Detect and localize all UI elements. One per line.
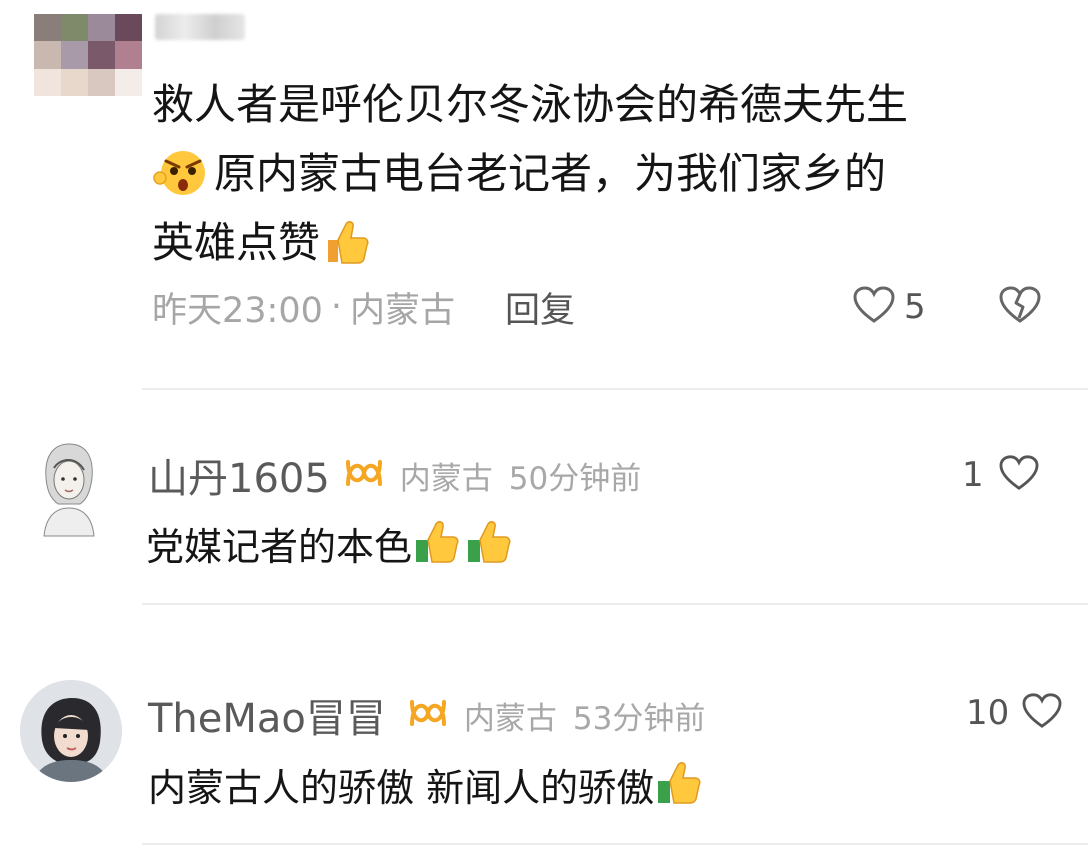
- comment-location: 内蒙古: [463, 700, 557, 737]
- infinity-badge-icon: [406, 696, 450, 734]
- broken-heart-icon: [998, 285, 1042, 329]
- comment-time: 50分钟前: [508, 460, 642, 497]
- avatar[interactable]: [36, 438, 102, 538]
- thumbs-up-emoji: [464, 518, 516, 569]
- divider: [142, 603, 1088, 605]
- dislike-button[interactable]: [998, 284, 1042, 330]
- heart-icon: [852, 285, 896, 329]
- avatar[interactable]: [20, 680, 122, 782]
- like-button[interactable]: 5: [852, 284, 926, 330]
- username-blurred[interactable]: [155, 14, 245, 40]
- heart-icon: [998, 454, 1040, 496]
- username[interactable]: 山丹1605: [148, 446, 330, 504]
- shocked-face-emoji: [152, 148, 214, 205]
- comment-text: 党媒记者的本色: [146, 515, 516, 571]
- comment-line: 英雄点赞: [152, 218, 321, 267]
- username[interactable]: TheMao冒冒: [148, 686, 386, 744]
- comment-body: 党媒记者的本色: [146, 524, 413, 569]
- infinity-badge-icon: [342, 456, 386, 494]
- comment-text: 内蒙古人的骄傲 新闻人的骄傲: [148, 756, 706, 812]
- meta-separator: ·: [330, 287, 343, 327]
- heart-icon: [1021, 692, 1063, 734]
- comment-header: TheMao冒冒 内蒙古 53分钟前: [148, 688, 705, 742]
- comment-time: 53分钟前: [572, 700, 706, 737]
- reply-button[interactable]: 回复: [505, 282, 575, 333]
- divider: [142, 388, 1088, 390]
- comment-line: 原内蒙古电台老记者，为我们家乡的: [214, 149, 887, 198]
- thumbs-up-emoji: [320, 216, 372, 275]
- comment-line: 救人者是呼伦贝尔冬泳协会的希德夫先生: [152, 80, 909, 129]
- comment-meta: 昨天23:00 · 内蒙古 回复: [152, 282, 575, 333]
- comment-time: 昨天23:00: [152, 290, 323, 331]
- comment-header: 山丹1605 内蒙古 50分钟前: [148, 448, 641, 502]
- comment-location: 内蒙古: [399, 460, 493, 497]
- thumbs-up-emoji: [654, 759, 706, 810]
- comment-body: 内蒙古人的骄傲 新闻人的骄傲: [148, 765, 655, 810]
- like-count: 5: [904, 287, 926, 327]
- like-count: 1: [962, 455, 984, 495]
- like-count: 10: [966, 693, 1010, 733]
- like-button[interactable]: 1: [962, 452, 1040, 498]
- avatar-blurred[interactable]: [34, 14, 142, 96]
- comment-location: 内蒙古: [350, 290, 456, 331]
- like-button[interactable]: 10: [966, 690, 1063, 736]
- thumbs-up-emoji: [412, 518, 464, 569]
- comment-text: 救人者是呼伦贝尔冬泳协会的希德夫先生 原内蒙古电台老记者，为我们家乡的 英雄点赞: [152, 70, 1072, 277]
